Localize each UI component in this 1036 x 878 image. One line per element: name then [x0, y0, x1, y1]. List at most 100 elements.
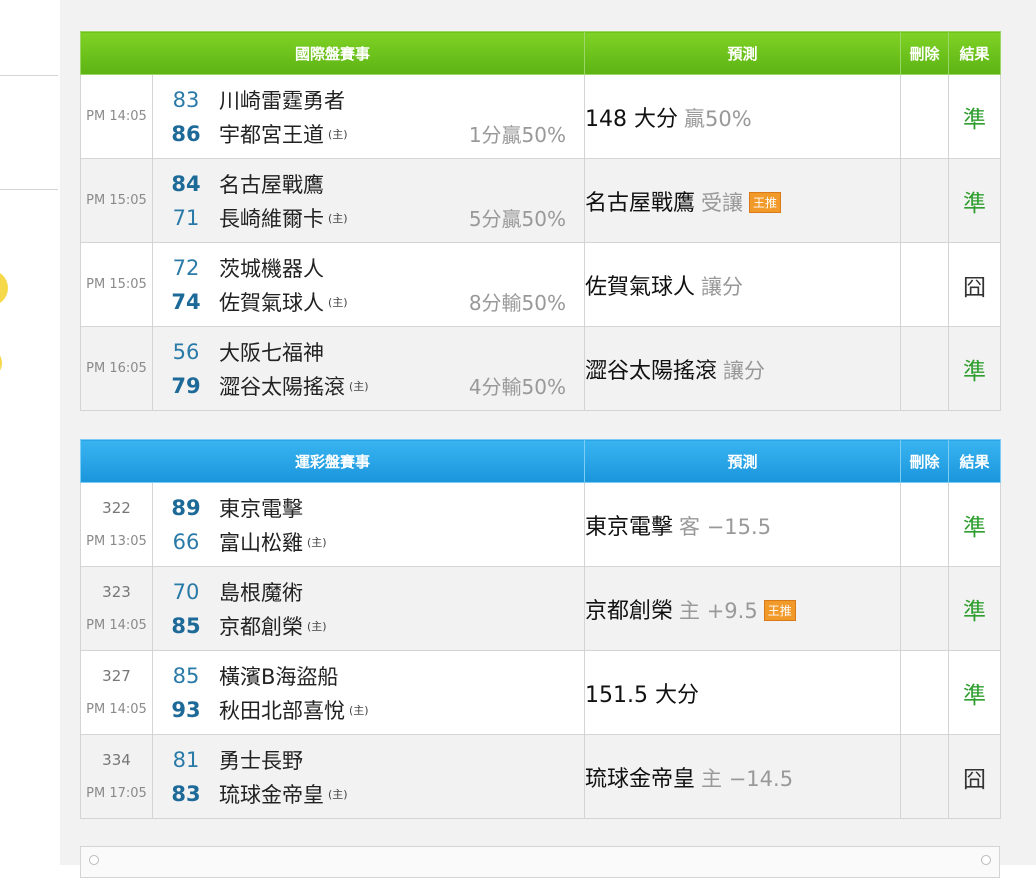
header-prediction: 預測: [584, 31, 902, 75]
matchup-cell: 83 川崎雷霆勇者 86 宇都宮王道 (主) 1分贏50%: [151, 74, 586, 159]
header-event: 國際盤賽事: [79, 31, 586, 75]
home-mark: (主): [328, 211, 348, 225]
prediction-cell: 名古屋戰鷹 受讓 王推: [584, 158, 902, 243]
game-time-cell: PM 15:05: [80, 158, 153, 243]
home-line: 79 澀谷太陽搖滾 (主) 4分輸50%: [153, 369, 584, 403]
prediction-main: 琉球金帝皇: [585, 766, 696, 792]
table-row: PM 14:05 83 川崎雷霆勇者 86 宇都宮王道 (主) 1分贏50% 148 大分 贏5…: [80, 74, 1002, 159]
home-team: 京都創榮: [219, 614, 303, 639]
table-row: 327 PM 14:05 85 橫濱B海盜船 93 秋田北部喜悅 (主) 151.5 大分 準: [80, 650, 1002, 735]
home-score: 85: [171, 613, 201, 638]
prediction-main: 東京電擊: [585, 514, 674, 540]
prediction-main: 京都創榮: [585, 598, 674, 624]
away-team: 名古屋戰鷹: [219, 172, 324, 197]
game-time: PM 14:05: [86, 701, 147, 717]
home-team: 富山松雞: [219, 530, 303, 555]
delete-cell: [900, 734, 950, 819]
result-cell: 準: [948, 650, 1002, 735]
prediction-cell: 佐賀氣球人 讓分: [584, 242, 902, 327]
left-sidebar: [0, 0, 61, 865]
away-line: 56 大阪七福神: [153, 335, 584, 369]
prediction-main: 佐賀氣球人: [585, 274, 696, 300]
prediction-cell: 澀谷太陽搖滾 讓分: [584, 326, 902, 411]
home-line: 66 富山松雞 (主): [153, 525, 584, 559]
king-pick-badge: 王推: [749, 191, 782, 213]
away-score: 72: [172, 255, 200, 280]
game-time-cell: 327 PM 14:05: [80, 650, 153, 735]
home-line: 83 琉球金帝皇 (主): [153, 777, 584, 811]
away-line: 81 勇士長野: [153, 743, 584, 777]
prediction-cell: 東京電擊客 −15.5: [584, 482, 902, 567]
spread-result: 5分贏50%: [468, 207, 567, 231]
prediction-cell: 148 大分 贏50%: [584, 74, 902, 159]
home-score: 79: [171, 373, 201, 398]
delete-cell: [900, 326, 950, 411]
home-mark: (主): [328, 295, 348, 309]
home-team: 琉球金帝皇: [219, 782, 324, 807]
away-team: 大阪七福神: [219, 340, 324, 365]
prediction-main: 名古屋戰鷹: [585, 190, 696, 216]
game-time-cell: 323 PM 14:05: [80, 566, 153, 651]
home-score: 83: [171, 781, 201, 806]
home-mark: (主): [349, 703, 369, 717]
away-score: 56: [172, 339, 200, 364]
away-line: 72 茨城機器人: [153, 251, 584, 285]
prediction-main: 151.5 大分: [585, 682, 699, 708]
away-line: 70 島根魔術: [153, 575, 584, 609]
game-number: 323: [102, 582, 131, 601]
home-score: 86: [171, 121, 201, 146]
header-result: 結果: [948, 31, 1002, 75]
matchup-cell: 56 大阪七福神 79 澀谷太陽搖滾 (主) 4分輸50%: [151, 326, 586, 411]
away-team: 島根魔術: [219, 580, 303, 605]
sidebar-divider: [0, 75, 58, 76]
home-team: 澀谷太陽搖滾: [219, 374, 345, 399]
home-line: 74 佐賀氣球人 (主) 8分輸50%: [153, 285, 584, 319]
table-row: PM 15:05 84 名古屋戰鷹 71 長崎維爾卡 (主) 5分贏50% 名古屋戰鷹 受讓 王推…: [80, 158, 1002, 243]
header-event: 運彩盤賽事: [79, 439, 586, 483]
prediction-main: 澀谷太陽搖滾: [585, 358, 718, 384]
decorative-circle: [0, 348, 2, 378]
home-line: 93 秋田北部喜悅 (主): [153, 693, 584, 727]
international-games-table: 國際盤賽事 預測 刪除 結果 PM 14:05 83 川崎雷霆勇者 86 宇都宮王道 (主…: [79, 31, 1002, 411]
prediction-sub: 讓分: [701, 274, 744, 299]
prediction-cell: 京都創榮主 +9.5 王推: [584, 566, 902, 651]
prediction-sub: 主 −14.5: [701, 766, 794, 791]
header-result: 結果: [948, 439, 1002, 483]
result-cell: 準: [948, 566, 1002, 651]
delete-cell: [900, 566, 950, 651]
main-content: 國際盤賽事 預測 刪除 結果 PM 14:05 83 川崎雷霆勇者 86 宇都宮王道 (主…: [60, 0, 1036, 878]
header-delete: 刪除: [900, 31, 950, 75]
away-team: 茨城機器人: [219, 256, 324, 281]
result-cell: 準: [948, 74, 1002, 159]
game-time-cell: PM 15:05: [80, 242, 153, 327]
bottom-panel: [80, 846, 1000, 878]
game-number: 322: [102, 498, 131, 517]
home-score: 74: [171, 289, 201, 314]
king-pick-badge: 王推: [763, 599, 796, 621]
game-number: 334: [102, 750, 131, 769]
game-time: PM 14:05: [86, 108, 147, 124]
delete-cell: [900, 158, 950, 243]
spread-result: 8分輸50%: [468, 291, 567, 315]
corner-dot: [89, 855, 99, 865]
away-team: 東京電擊: [219, 496, 303, 521]
prediction-sub: 主 +9.5: [679, 598, 758, 623]
prediction-sub: 贏50%: [684, 106, 752, 131]
matchup-cell: 85 橫濱B海盜船 93 秋田北部喜悅 (主): [151, 650, 586, 735]
game-time: PM 15:05: [86, 192, 147, 208]
away-score: 85: [172, 663, 200, 688]
prediction-sub: 受讓: [701, 190, 744, 215]
away-team: 勇士長野: [219, 748, 303, 773]
table-row: PM 16:05 56 大阪七福神 79 澀谷太陽搖滾 (主) 4分輸50% 澀谷太陽搖滾 讓分…: [80, 326, 1002, 411]
prediction-main: 148 大分: [585, 106, 679, 132]
home-team: 秋田北部喜悅: [219, 698, 345, 723]
matchup-cell: 81 勇士長野 83 琉球金帝皇 (主): [151, 734, 586, 819]
away-line: 85 橫濱B海盜船: [153, 659, 584, 693]
game-time-cell: PM 16:05: [80, 326, 153, 411]
header-delete: 刪除: [900, 439, 950, 483]
game-time: PM 17:05: [86, 785, 147, 801]
result-cell: 囧: [948, 242, 1002, 327]
home-mark: (主): [307, 619, 327, 633]
game-time: PM 16:05: [86, 360, 147, 376]
matchup-cell: 84 名古屋戰鷹 71 長崎維爾卡 (主) 5分贏50%: [151, 158, 586, 243]
